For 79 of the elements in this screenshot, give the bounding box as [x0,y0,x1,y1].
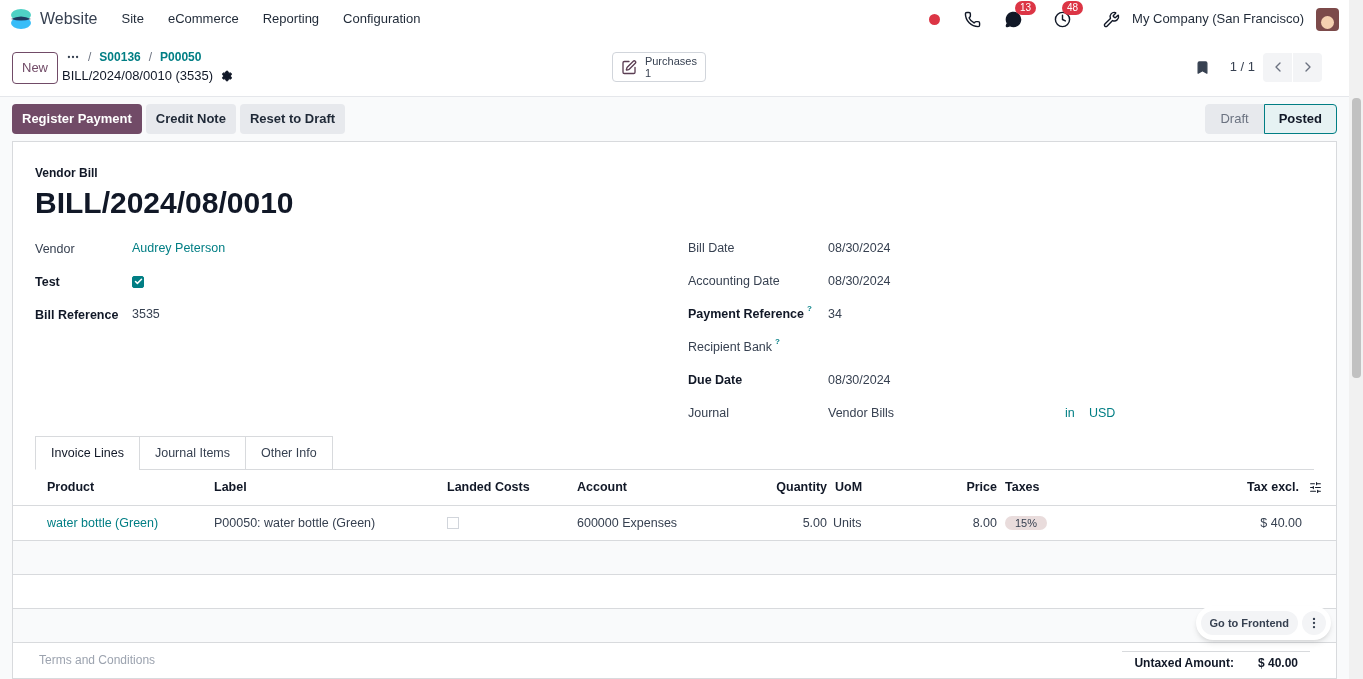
column-header[interactable]: Account [577,478,737,497]
untaxed-amount-value: $ 40.00 [1257,655,1298,672]
pager-value: 1 / 1 [1229,58,1255,77]
field-label: Recipient Bank [688,339,773,357]
field-value: 08/30/2024 [828,240,891,258]
table-cell-text: 600000 Expenses [577,514,679,532]
field-value: Vendor Bills [828,405,895,423]
vendor-link[interactable]: Audrey Peterson [132,239,226,258]
go-to-frontend-button[interactable]: Go to Frontend [1200,611,1298,635]
menu-item[interactable]: eCommerce [167,9,239,29]
form-tab[interactable]: Invoice Lines [35,436,140,470]
table-cell-text: Units [832,514,863,532]
table-cell-text: 5.00 [801,514,827,532]
company-switcher[interactable]: My Company (San Francisco) [1132,9,1304,29]
action-button[interactable]: Reset to Draft [239,104,346,134]
field-value: 3535 [132,306,160,324]
untaxed-amount-label: Untaxed Amount: [1134,655,1234,672]
currency-link[interactable]: USD [1089,404,1116,423]
menu-item[interactable]: Reporting [262,9,320,29]
field-label: Payment Reference [688,306,805,324]
bill-number-title: BILL/2024/08/0010 [35,185,295,221]
form-tab[interactable]: Other Info [245,436,333,470]
column-header[interactable]: Product [47,478,214,497]
in-label: in [1065,405,1076,423]
field-label: Due Date [688,372,743,390]
landed-costs-checkbox[interactable] [447,517,459,530]
form-tab[interactable]: Journal Items [138,436,246,470]
action-button[interactable]: Credit Note [145,104,236,134]
app-logo-icon [10,8,32,30]
column-header[interactable]: Quantity [737,478,827,497]
breadcrumb-link[interactable]: P00050 [160,48,202,67]
help-tooltip-mark[interactable]: ? [807,303,812,316]
test-checkbox[interactable] [132,275,144,288]
field-label: Vendor [35,241,75,256]
field-label: Accounting Date [688,273,780,291]
column-header[interactable]: Label [214,478,447,497]
activity-count-badge: 48 [1062,0,1084,15]
bookmark-icon[interactable] [1194,59,1210,75]
avatar-icon[interactable] [1316,7,1339,31]
field-label: Journal [688,405,730,423]
new-button[interactable]: New [12,52,58,84]
settings-icon[interactable] [221,70,234,82]
field-label: Test [35,274,60,289]
scrollbar[interactable] [1349,0,1363,679]
edit-icon [620,58,637,76]
menu-item[interactable]: Site [121,9,144,29]
field-value: 08/30/2024 [828,273,891,291]
status-step[interactable]: Draft [1205,104,1264,134]
help-tooltip-mark[interactable]: ? [775,336,780,349]
table-cell-text: $ 40.00 [1259,514,1302,532]
column-settings-icon[interactable] [1309,481,1322,494]
breadcrumb-link[interactable]: S00136 [99,48,141,67]
purchases-smart-button[interactable]: Purchases 1 [611,52,706,82]
document-type-label: Vendor Bill [35,165,99,182]
record-title: BILL/2024/08/0010 (3535) [62,67,214,86]
chat-icon[interactable] [1005,10,1023,28]
tax-tag: 15% [1005,515,1048,530]
column-header[interactable]: Landed Costs [447,478,577,497]
phone-icon[interactable] [964,10,982,28]
menu-item[interactable]: Configuration [343,9,421,29]
column-header[interactable]: Price [937,478,997,497]
status-step[interactable]: Posted [1263,104,1337,134]
field-label: Bill Date [688,240,735,258]
breadcrumb-separator: / [148,49,153,67]
field-value: 08/30/2024 [828,372,891,390]
table-cell-text: P00050: water bottle (Green) [214,514,377,532]
column-header[interactable]: UoM [827,478,937,497]
breadcrumb-separator: / [88,49,92,67]
clock-icon[interactable] [1054,10,1072,28]
table-cell-text: 8.00 [971,514,997,532]
app-name[interactable]: Website [40,7,98,31]
message-count-badge: 13 [1015,0,1037,15]
field-label: Bill Reference [35,307,119,322]
field-value: 34 [828,306,842,324]
tools-icon[interactable] [1103,10,1121,28]
column-header[interactable]: Tax excl. [1217,478,1299,497]
column-header[interactable]: Taxes [997,478,1217,497]
product-link[interactable]: water bottle (Green) [47,513,214,533]
action-button[interactable]: Register Payment [12,104,142,134]
